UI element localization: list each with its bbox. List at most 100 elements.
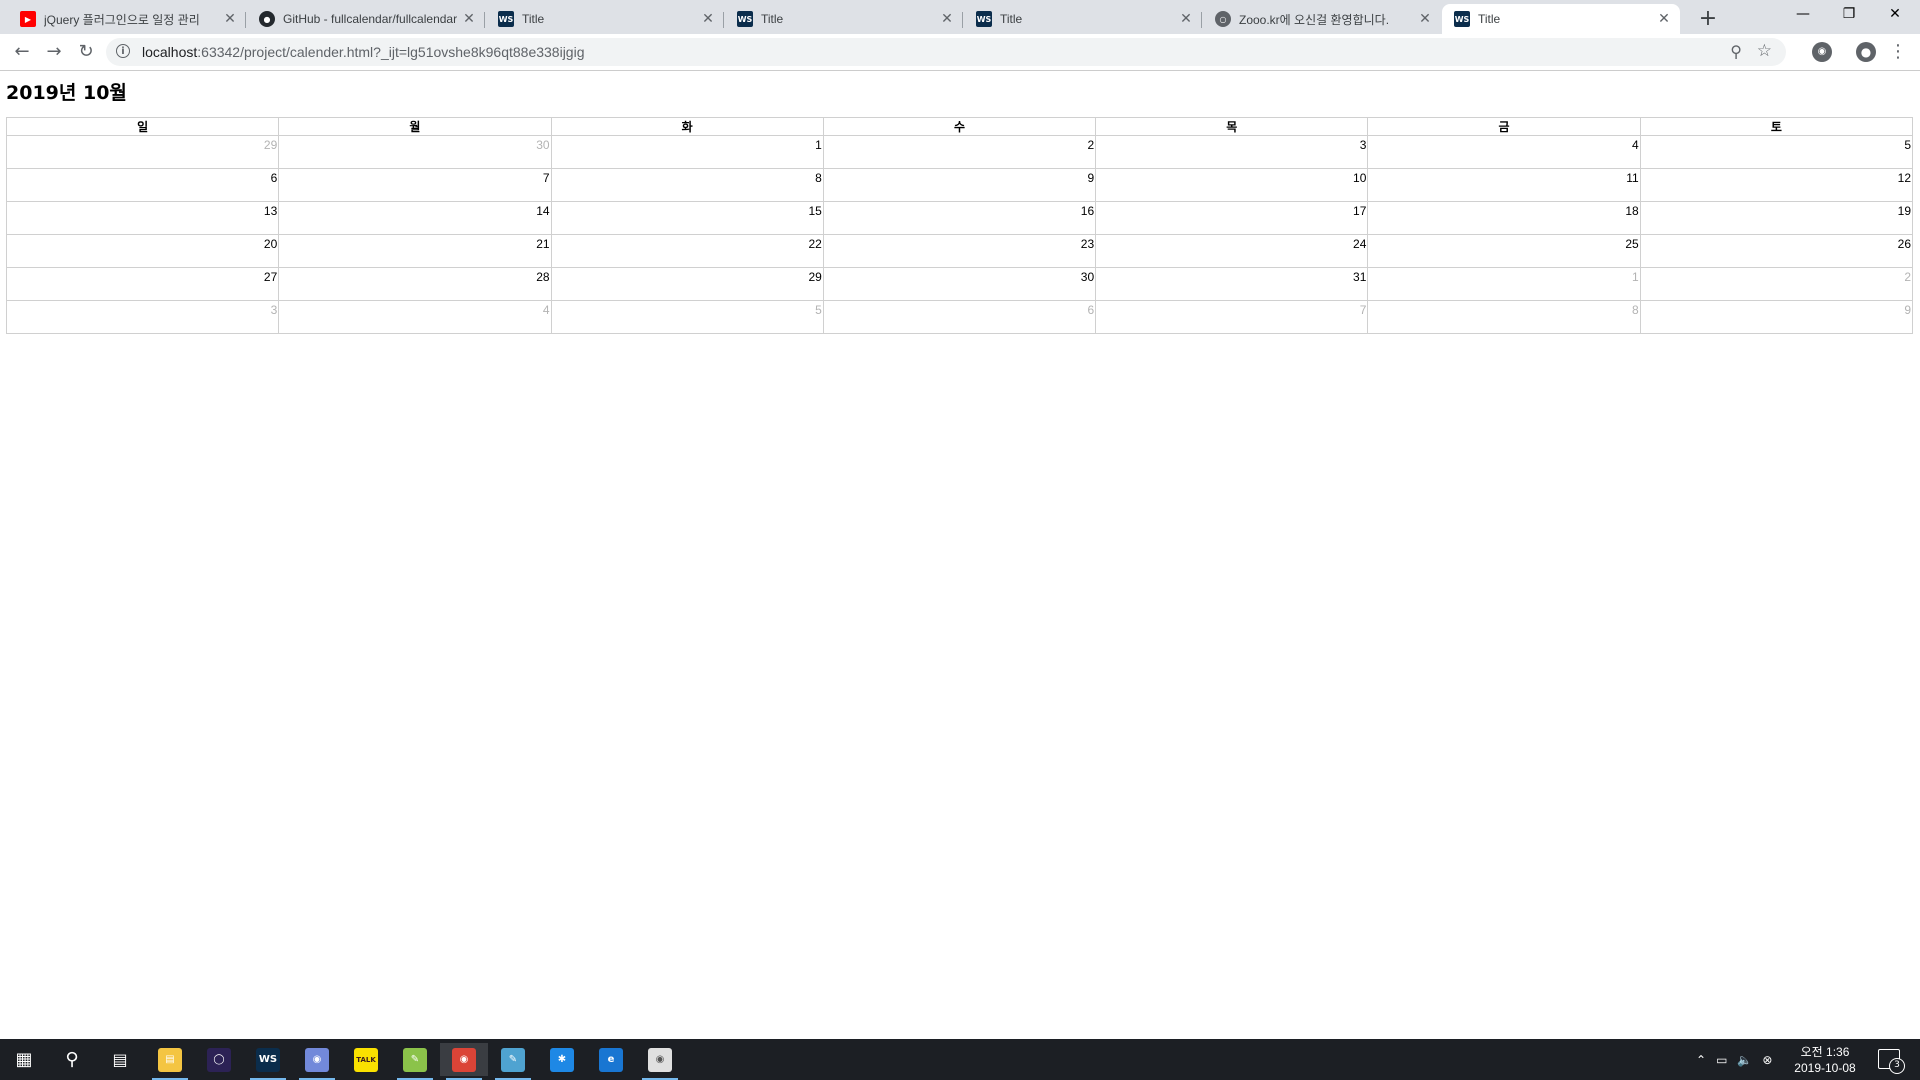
calendar-day[interactable]: 12 [1639,168,1914,202]
calendar-day-other-month[interactable]: 1 [1367,267,1641,301]
close-tab-icon[interactable]: ✕ [939,11,955,27]
search-icon: ⚲ [65,1049,79,1070]
calendar-day-other-month[interactable]: 4 [278,300,552,334]
calendar-day[interactable]: 23 [822,234,1097,268]
calendar-day[interactable]: 9 [822,168,1097,202]
new-tab-button[interactable]: + [1694,6,1722,34]
calendar-day[interactable]: 1 [550,135,824,169]
bookmark-star-icon[interactable]: ☆ [1757,41,1772,61]
tab-title: Title [1000,12,1023,26]
taskbar-app-button[interactable]: ✎ [489,1043,537,1080]
calendar-day[interactable]: 16 [822,201,1097,235]
taskbar-app-button[interactable]: ✎ [391,1043,439,1080]
browser-tab[interactable]: WS Title ✕ [1442,4,1680,34]
site-info-icon[interactable]: i [116,44,130,58]
calendar-day-other-month[interactable]: 5 [550,300,824,334]
calendar-day[interactable]: 10 [1095,168,1369,202]
browser-tab[interactable]: WS Title ✕ [725,4,963,34]
reload-button[interactable]: ↻ [74,40,98,64]
taskbar-app-button[interactable]: ✱ [538,1043,586,1076]
taskbar-app-button[interactable]: e [587,1043,635,1076]
extension-icon[interactable]: ◉ [1812,42,1832,62]
notepad-icon: ✎ [403,1047,427,1072]
calendar-day-other-month[interactable]: 30 [278,135,552,169]
browser-tab[interactable]: ▶ jQuery 플러그인으로 일정 관리 ✕ [8,4,246,34]
calendar-day[interactable]: 6 [5,168,280,202]
menu-icon[interactable]: ⋮ [1888,42,1908,62]
back-button[interactable]: ← [10,40,34,64]
calendar-day[interactable]: 13 [5,201,280,235]
browser-tab[interactable]: ○ Zooo.kr에 오신걸 환영합니다. ✕ [1203,4,1441,34]
calendar-title: 2019년 10월 [6,82,127,104]
calendar-day[interactable]: 18 [1367,201,1641,235]
taskbar-app-button[interactable]: ◯ [195,1043,243,1076]
calendar-day-other-month[interactable]: 29 [5,135,280,169]
taskbar-clock[interactable]: 오전 1:36 2019-10-08 [1780,1044,1870,1076]
calendar-day-other-month[interactable]: 2 [1639,267,1914,301]
calendar-day[interactable]: 7 [278,168,552,202]
calendar-day[interactable]: 3 [1095,135,1369,169]
close-tab-icon[interactable]: ✕ [1178,11,1194,27]
ime-icon[interactable]: ⊗ [1762,1053,1772,1067]
calendar-day[interactable]: 2 [822,135,1097,169]
calendar-day[interactable]: 17 [1095,201,1369,235]
start-button[interactable]: ▦ [0,1043,48,1076]
network-icon[interactable]: ▭ [1716,1053,1727,1067]
search-button[interactable]: ⚲ [48,1043,96,1076]
taskbar-app-button[interactable]: ▤ [146,1043,194,1080]
show-hidden-icons-icon[interactable]: ⌃ [1696,1053,1706,1067]
calendar-day[interactable]: 29 [550,267,824,301]
calendar-day[interactable]: 24 [1095,234,1369,268]
calendar-day[interactable]: 22 [550,234,824,268]
taskbar-app-button[interactable]: WS [244,1043,292,1080]
weekday-header: 토 [1639,117,1914,136]
volume-icon[interactable]: 🔈 [1737,1053,1752,1067]
zoom-icon[interactable]: ⚲ [1730,42,1742,61]
forward-button[interactable]: → [42,40,66,64]
calendar-week-row: 13 14 15 16 17 18 19 [5,201,1914,235]
calendar-day[interactable]: 5 [1639,135,1914,169]
browser-tab[interactable]: ● GitHub - fullcalendar/fullcalendar ✕ [247,4,485,34]
restore-button[interactable]: ❐ [1826,0,1872,30]
tab-title: Title [1478,12,1501,26]
url-text[interactable]: localhost:63342/project/calender.html?_i… [142,44,585,60]
taskbar-app-button[interactable]: ◉ [293,1043,341,1080]
calendar-day[interactable]: 30 [822,267,1097,301]
calendar-day[interactable]: 25 [1367,234,1641,268]
close-tab-icon[interactable]: ✕ [222,11,238,27]
taskbar-app-button[interactable]: ◉ [636,1043,684,1080]
calendar-day[interactable]: 8 [550,168,824,202]
profile-avatar-icon[interactable]: ● [1856,42,1876,62]
close-tab-icon[interactable]: ✕ [1656,11,1672,27]
close-window-button[interactable]: ✕ [1872,0,1918,30]
taskbar-app-button[interactable]: TALK [342,1043,390,1076]
calendar-day[interactable]: 20 [5,234,280,268]
close-tab-icon[interactable]: ✕ [700,11,716,27]
calendar-day[interactable]: 15 [550,201,824,235]
address-bar[interactable]: i localhost:63342/project/calender.html?… [106,38,1786,66]
calendar-day-other-month[interactable]: 9 [1639,300,1914,334]
calendar-day[interactable]: 14 [278,201,552,235]
calendar-day[interactable]: 19 [1639,201,1914,235]
calendar-day-other-month[interactable]: 3 [5,300,280,334]
browser-tab[interactable]: WS Title ✕ [486,4,724,34]
task-view-button[interactable]: ▤ [96,1043,144,1076]
calendar-day[interactable]: 28 [278,267,552,301]
minimize-button[interactable]: — [1780,0,1826,30]
close-tab-icon[interactable]: ✕ [461,11,477,27]
calendar-day[interactable]: 21 [278,234,552,268]
calendar-day-other-month[interactable]: 8 [1367,300,1641,334]
weekday-header-row: 일월화수목금토 [5,117,1914,136]
action-center-button[interactable]: 3 [1878,1049,1905,1074]
calendar-day[interactable]: 11 [1367,168,1641,202]
browser-tab[interactable]: WS Title ✕ [964,4,1202,34]
close-tab-icon[interactable]: ✕ [1417,11,1433,27]
calendar-day[interactable]: 26 [1639,234,1914,268]
calendar-day-other-month[interactable]: 6 [822,300,1097,334]
calendar-day[interactable]: 31 [1095,267,1369,301]
weekday-header: 금 [1367,117,1641,136]
calendar-day[interactable]: 4 [1367,135,1641,169]
taskbar-app-button[interactable]: ◉ [440,1043,488,1080]
calendar-day-other-month[interactable]: 7 [1095,300,1369,334]
calendar-day[interactable]: 27 [5,267,280,301]
